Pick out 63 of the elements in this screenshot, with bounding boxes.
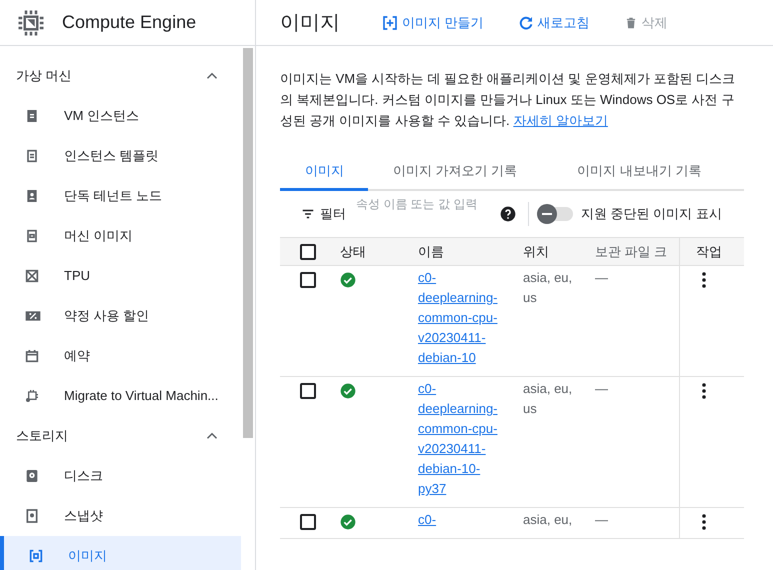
toggle-switch[interactable] [537,207,573,221]
checkbox[interactable] [300,514,316,530]
archive-size-cell-text: — [595,269,609,287]
image-name-link[interactable]: c0- [418,510,500,530]
help-icon [500,206,516,222]
filter-label: 필터 [320,205,346,224]
more-icon[interactable] [702,514,706,530]
location-cell-text: asia, eu, us [523,380,574,418]
tab[interactable]: 이미지 내보내기 기록 [552,153,726,191]
more-icon[interactable] [702,383,706,399]
checkbox[interactable] [300,383,316,399]
checkbox[interactable] [300,272,316,288]
check-circle-icon [340,383,356,399]
sidebar-item[interactable]: 머신 이미지 [0,216,241,256]
sidebar-item[interactable]: VM 인스턴스 [0,96,241,136]
chip-icon [16,8,46,38]
column-header: 이름 [418,242,445,261]
column-header: 작업 [679,238,744,265]
page-title: 이미지 [280,10,340,36]
calendar-icon [24,348,40,364]
column-header: 상태 [340,242,367,261]
image-name-link[interactable]: c0-deeplearning-common-cpu-v20230411-debian-10 [418,268,500,368]
sidebar-item[interactable]: 단독 테넌트 노드 [0,176,241,216]
archive-size-cell-text: — [595,511,609,529]
snapshot-icon [24,508,40,524]
grid-icon [24,228,40,244]
location-cell-text: asia, eu, [523,511,574,529]
toolbar-button[interactable]: 이미지 만들기 [382,12,484,32]
chip-icon [24,388,40,404]
sidebar-item[interactable]: TPU [0,256,241,296]
scrollbar[interactable] [243,48,253,438]
image-icon [28,548,44,564]
more-icon[interactable] [702,272,706,288]
app-title: Compute Engine [62,11,196,34]
image-name-link[interactable]: c0-deeplearning-common-cpu-v20230411-debian-10-py37 [418,379,500,499]
filter-input[interactable]: 속성 이름 또는 값 입력 [356,196,496,232]
checkbox[interactable] [300,244,316,260]
sidebar-item[interactable]: 스냅샷 [0,496,241,536]
tab[interactable]: 이미지 가져오기 기록 [368,153,542,191]
sidebar-item[interactable]: 인스턴스 템플릿 [0,136,241,176]
section-header[interactable]: 가상 머신 [0,56,241,96]
location-cell-text: asia, eu, us [523,269,574,307]
refresh-icon [518,14,534,30]
tab[interactable]: 이미지 [280,153,368,191]
sidebar-item[interactable]: 이미지 [0,536,241,570]
check-circle-icon [340,272,356,288]
description-text: 이미지는 VM을 시작하는 데 필요한 애플리케이션 및 운영체제가 포함된 디스크의 복제본입니다. 커스텀 이미지를 만들거나 Linux 또는 Windows OS로 사전 구성된 공개 이미지를 사용할 수 있습니다. 자세히 알아보기 [280,70,736,130]
archive-size-cell-text: — [595,380,609,398]
column-header: 위치 [523,242,550,261]
column-header: 보관 파일 크 [595,242,668,261]
section-header[interactable]: 스토리지 [0,416,241,456]
chip-cross-icon [24,268,40,284]
filter-icon [300,207,316,221]
check-circle-icon [340,514,356,530]
toolbar-button[interactable]: 새로고침 [518,12,590,32]
sidebar-item[interactable]: 예약 [0,336,241,376]
sidebar-item[interactable]: Migrate to Virtual Machin... [0,376,241,416]
template-icon [24,148,40,164]
add-icon [382,14,398,30]
learn-more-link[interactable]: 자세히 알아보기 [513,113,608,128]
toggle-label: 지원 중단된 이미지 표시 [581,205,722,224]
sidebar-item[interactable]: 약정 사용 할인 [0,296,241,336]
sidebar-item[interactable]: 디스크 [0,456,241,496]
